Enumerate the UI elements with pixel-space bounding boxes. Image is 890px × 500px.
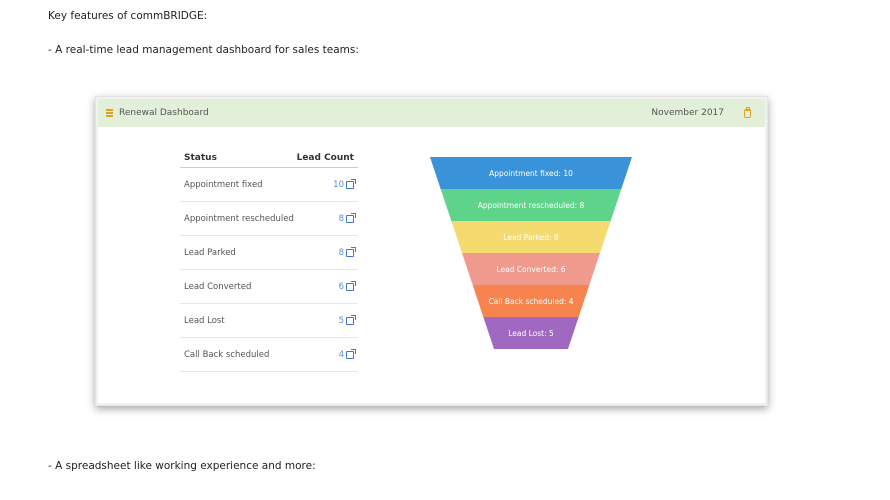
funnel-label: Call Back scheduled: 4 bbox=[488, 297, 573, 306]
external-link-icon[interactable] bbox=[346, 348, 356, 359]
external-link-icon[interactable] bbox=[346, 212, 356, 223]
column-status: Status bbox=[184, 153, 217, 163]
row-count: 8 bbox=[338, 213, 344, 224]
row-count-link[interactable]: 10 bbox=[333, 178, 356, 190]
row-status: Appointment rescheduled bbox=[184, 213, 294, 224]
clipboard-icon[interactable] bbox=[744, 106, 751, 118]
dashboard-header: Renewal Dashboard November 2017 bbox=[98, 99, 765, 127]
funnel-label: Lead Lost: 5 bbox=[508, 329, 554, 338]
funnel-label: Appointment rescheduled: 8 bbox=[478, 201, 585, 210]
lead-funnel-chart: Appointment fixed: 10 Appointment resched… bbox=[430, 157, 632, 349]
row-count: 10 bbox=[333, 179, 344, 190]
table-row: Call Back scheduled 4 bbox=[180, 338, 358, 372]
row-status: Lead Converted bbox=[184, 281, 252, 292]
feature-bullet-dashboard: - A real-time lead management dashboard … bbox=[48, 44, 359, 56]
table-header: Status Lead Count bbox=[180, 149, 358, 168]
external-link-icon[interactable] bbox=[346, 178, 356, 189]
row-count-link[interactable]: 5 bbox=[338, 314, 356, 326]
row-count: 4 bbox=[338, 349, 344, 360]
status-table: Status Lead Count Appointment fixed 10 App… bbox=[180, 149, 358, 372]
menu-icon[interactable] bbox=[106, 109, 113, 117]
funnel-label: Appointment fixed: 10 bbox=[489, 169, 573, 178]
funnel-label: Lead Converted: 6 bbox=[496, 265, 565, 274]
row-count-link[interactable]: 4 bbox=[338, 348, 356, 360]
table-row: Appointment fixed 10 bbox=[180, 168, 358, 202]
feature-bullet-spreadsheet: - A spreadsheet like working experience … bbox=[48, 460, 316, 472]
row-status: Call Back scheduled bbox=[184, 349, 270, 360]
table-row: Lead Lost 5 bbox=[180, 304, 358, 338]
dashboard-screenshot-card: Renewal Dashboard November 2017 Status L… bbox=[95, 96, 768, 406]
column-lead-count: Lead Count bbox=[296, 153, 354, 163]
row-count-link[interactable]: 8 bbox=[338, 212, 356, 224]
row-status: Appointment fixed bbox=[184, 179, 263, 190]
row-count: 6 bbox=[338, 281, 344, 292]
row-count: 5 bbox=[338, 315, 344, 326]
row-count-link[interactable]: 6 bbox=[338, 280, 356, 292]
intro-text: Key features of commBRIDGE: bbox=[48, 10, 208, 22]
external-link-icon[interactable] bbox=[346, 280, 356, 291]
funnel-label: Lead Parked: 8 bbox=[503, 233, 559, 242]
row-count-link[interactable]: 8 bbox=[338, 246, 356, 258]
row-status: Lead Lost bbox=[184, 315, 225, 326]
dashboard-month: November 2017 bbox=[651, 108, 724, 118]
dashboard-title: Renewal Dashboard bbox=[119, 108, 209, 118]
external-link-icon[interactable] bbox=[346, 246, 356, 257]
row-count: 8 bbox=[338, 247, 344, 258]
table-row: Appointment rescheduled 8 bbox=[180, 202, 358, 236]
row-status: Lead Parked bbox=[184, 247, 236, 258]
table-row: Lead Converted 6 bbox=[180, 270, 358, 304]
table-row: Lead Parked 8 bbox=[180, 236, 358, 270]
external-link-icon[interactable] bbox=[346, 314, 356, 325]
